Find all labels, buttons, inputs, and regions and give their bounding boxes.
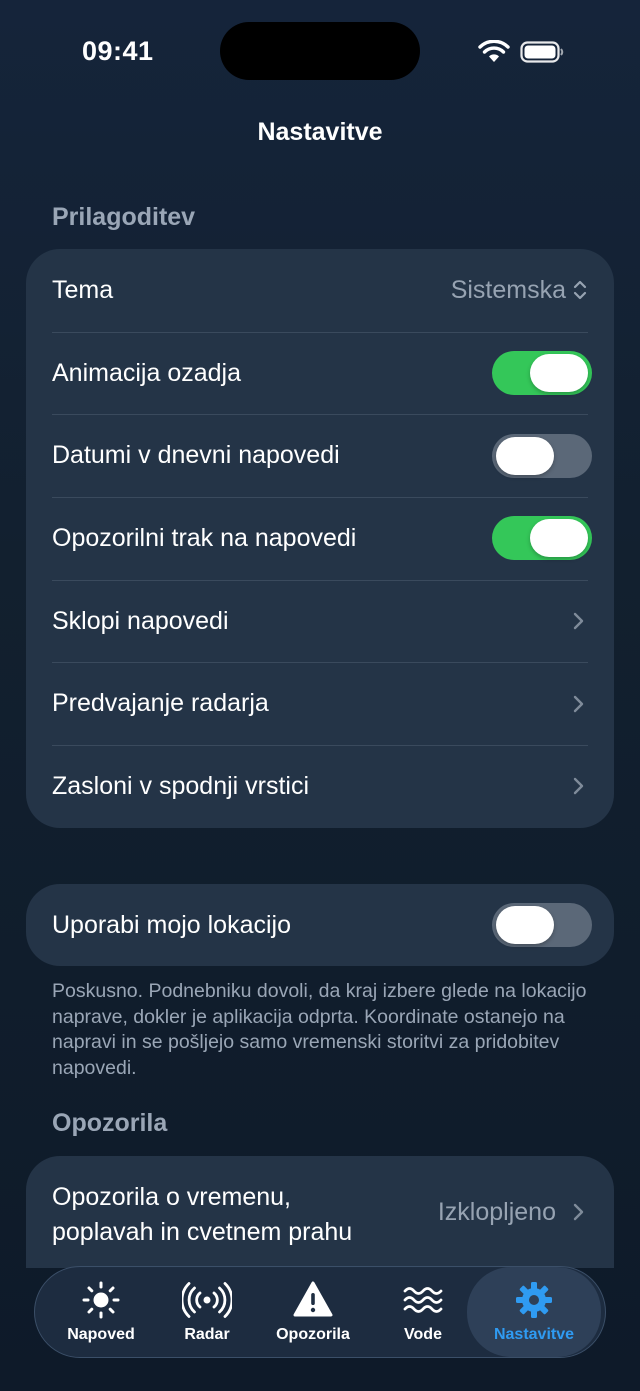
tab-label: Opozorila [276, 1326, 350, 1343]
tab-napoved[interactable]: Napoved [49, 1267, 153, 1357]
radar-icon [182, 1282, 232, 1318]
battery-icon [520, 41, 564, 63]
chevron-right-icon [573, 612, 584, 630]
toggle-knob [530, 519, 588, 558]
warning-strip-row: Opozorilni trak na napovedi [26, 497, 614, 580]
location-card: Uporabi mojo lokacijo [26, 884, 614, 966]
waves-icon [403, 1287, 443, 1313]
alerts-card: Opozorila o vremenu, poplavah in cvetnem… [26, 1156, 614, 1268]
background-animation-row: Animacija ozadja [26, 331, 614, 415]
forecast-sections-row[interactable]: Sklopi napovedi [26, 579, 614, 663]
toggle-knob [496, 906, 554, 944]
tab-bar: Napoved Radar Opozorila Vode Nastavitve [34, 1266, 606, 1358]
background-animation-toggle[interactable] [492, 351, 592, 396]
tab-label: Radar [184, 1326, 230, 1343]
toggle-knob [530, 354, 588, 393]
section-header-personalization: Prilagoditev [52, 203, 196, 231]
alerts-row-label: Opozorila o vremenu, poplavah in cvetnem… [52, 1180, 438, 1250]
theme-row[interactable]: Tema Sistemska [26, 249, 614, 332]
background-animation-label: Animacija ozadja [52, 358, 241, 387]
use-location-toggle[interactable] [492, 903, 592, 947]
tab-label: Vode [404, 1326, 442, 1343]
chevron-right-icon [573, 1203, 584, 1221]
alerts-status-value: Izklopljeno [437, 1198, 556, 1226]
status-bar: 09:41 [0, 0, 640, 100]
radar-playback-row[interactable]: Predvajanje radarja [26, 662, 614, 745]
radar-playback-label: Predvajanje radarja [52, 689, 269, 718]
daily-dates-toggle[interactable] [492, 433, 592, 478]
warning-strip-label: Opozorilni trak na napovedi [52, 523, 357, 552]
chevron-right-icon [573, 695, 584, 712]
tab-label: Napoved [67, 1326, 135, 1343]
alerts-row[interactable]: Opozorila o vremenu, poplavah in cvetnem… [26, 1156, 614, 1268]
status-time: 09:41 [82, 36, 154, 66]
tab-opozorila[interactable]: Opozorila [261, 1267, 365, 1357]
use-location-label: Uporabi mojo lokacijo [52, 910, 292, 939]
dynamic-island [220, 22, 420, 80]
warning-icon [293, 1281, 333, 1317]
sun-icon [82, 1281, 120, 1319]
daily-dates-row: Datumi v dnevni napovedi [26, 414, 614, 497]
section-header-alerts: Opozorila [52, 1109, 168, 1137]
page-title: Nastavitve [257, 118, 383, 146]
chevron-up-down-icon [573, 281, 587, 300]
use-location-row: Uporabi mojo lokacijo [26, 884, 614, 966]
personalization-card: Tema Sistemska Animacija ozadja Datumi v… [26, 249, 614, 828]
alerts-label-line-2: poplavah in cvetnem prahu [52, 1218, 353, 1246]
wifi-icon [478, 40, 510, 62]
location-footnote: Poskusno. Podnebniku dovoli, da kraj izb… [52, 980, 587, 1079]
tab-radar[interactable]: Radar [161, 1267, 253, 1357]
gear-icon [516, 1282, 552, 1318]
daily-dates-label: Datumi v dnevni napovedi [52, 441, 340, 470]
toggle-knob [496, 436, 554, 475]
theme-label: Tema [52, 275, 114, 304]
tab-nastavitve[interactable]: Nastavitve [467, 1267, 601, 1357]
chevron-right-icon [573, 778, 584, 795]
alerts-label-line-1: Opozorila o vremenu, [52, 1183, 292, 1211]
forecast-sections-label: Sklopi napovedi [52, 606, 229, 635]
bottom-bar-screens-label: Zasloni v spodnji vrstici [52, 771, 310, 800]
tab-vode[interactable]: Vode [373, 1267, 473, 1357]
theme-value: Sistemska [450, 275, 566, 304]
warning-strip-toggle[interactable] [492, 516, 592, 561]
tab-label: Nastavitve [493, 1326, 575, 1343]
bottom-bar-screens-row[interactable]: Zasloni v spodnji vrstici [26, 745, 614, 828]
